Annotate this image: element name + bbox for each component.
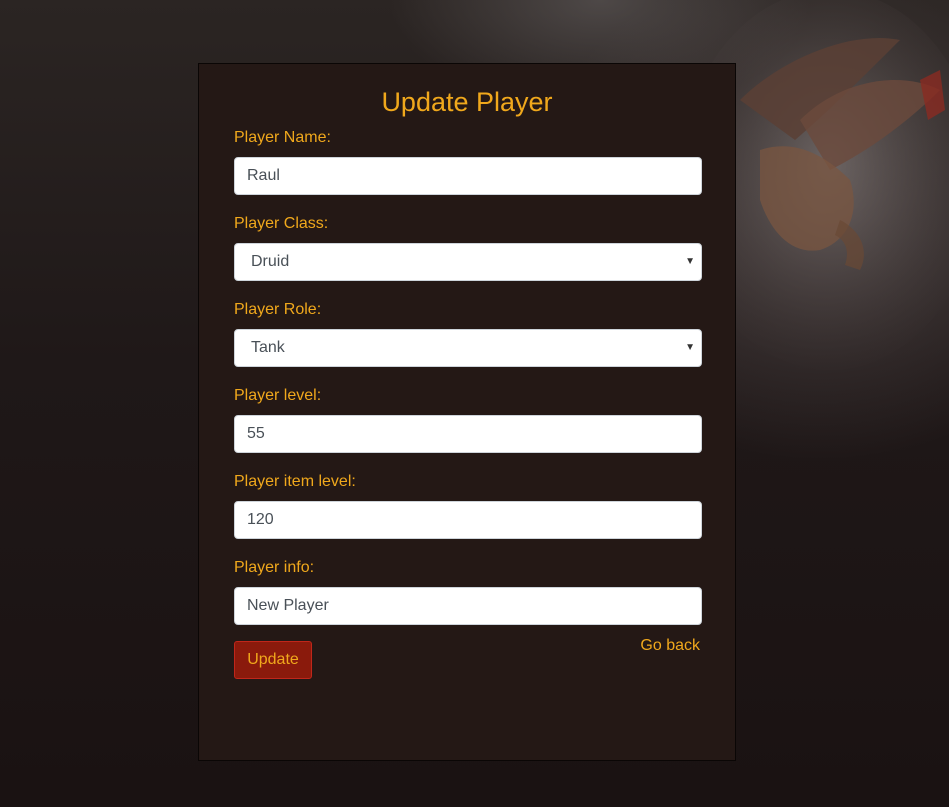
player-class-label: Player Class:: [234, 215, 329, 232]
player-role-value: Tank: [251, 339, 285, 356]
player-level-input[interactable]: 55: [234, 415, 702, 453]
player-item-level-input[interactable]: 120: [234, 501, 702, 539]
player-level-value: 55: [247, 425, 265, 442]
player-item-level-label: Player item level:: [234, 473, 356, 490]
player-role-select[interactable]: Tank ▼: [234, 329, 702, 367]
page-title: Update Player: [381, 87, 553, 117]
griffin-artwork: [700, 0, 949, 370]
player-role-label: Player Role:: [234, 301, 322, 318]
chevron-down-icon: ▼: [685, 342, 695, 353]
player-item-level-value: 120: [247, 511, 274, 528]
chevron-down-icon: ▼: [685, 256, 695, 267]
go-back-link[interactable]: Go back: [640, 636, 700, 656]
player-level-label: Player level:: [234, 387, 322, 404]
player-class-value: Druid: [251, 253, 290, 270]
player-info-input[interactable]: New Player: [234, 587, 702, 625]
update-player-card: Update Player Player Name: Raul Player C…: [198, 63, 736, 761]
player-class-select[interactable]: Druid ▼: [234, 243, 702, 281]
player-info-value: New Player: [247, 597, 329, 614]
player-name-label: Player Name:: [234, 129, 331, 146]
player-name-value: Raul: [247, 167, 280, 184]
player-info-label: Player info:: [234, 559, 315, 576]
player-name-input[interactable]: Raul: [234, 157, 702, 195]
update-button[interactable]: Update: [234, 641, 312, 679]
